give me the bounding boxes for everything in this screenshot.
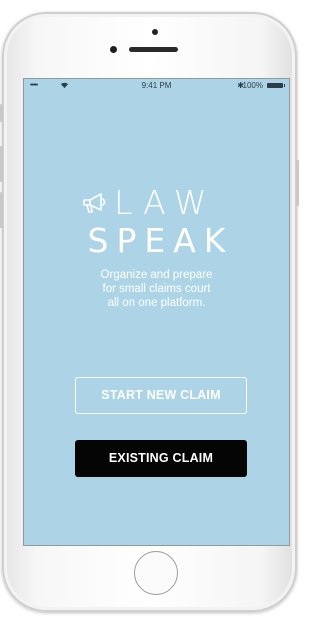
mute-switch xyxy=(0,104,3,122)
tagline-line-3: all on one platform. xyxy=(107,297,206,309)
tagline-line-1: Organize and prepare xyxy=(100,269,213,281)
proximity-sensor xyxy=(110,46,117,53)
logo-text-law: LAW xyxy=(114,183,217,222)
front-camera xyxy=(152,29,158,35)
volume-down-button xyxy=(0,192,3,228)
logo-text-speak: SPEAK xyxy=(87,221,234,260)
app-screen: ••••• 9:41 PM ✱ 100% LAW SPEAK Organize … xyxy=(23,78,290,546)
power-button xyxy=(296,160,299,206)
earpiece-speaker xyxy=(129,47,178,52)
start-new-claim-button[interactable]: START NEW CLAIM xyxy=(75,377,247,414)
app-logo: LAW xyxy=(24,183,289,223)
device-mockup: ••••• 9:41 PM ✱ 100% LAW SPEAK Organize … xyxy=(0,0,303,619)
battery-percentage: 100% xyxy=(242,81,263,90)
battery-icon xyxy=(267,83,285,88)
status-bar: ••••• 9:41 PM ✱ 100% xyxy=(24,79,289,93)
megaphone-icon xyxy=(83,193,106,213)
volume-up-button xyxy=(0,146,3,182)
existing-claim-button[interactable]: EXISTING CLAIM xyxy=(75,440,247,477)
tagline-line-2: for small claims court xyxy=(102,283,211,295)
tagline: Organize and prepare for small claims co… xyxy=(24,268,289,310)
home-button xyxy=(134,551,178,595)
